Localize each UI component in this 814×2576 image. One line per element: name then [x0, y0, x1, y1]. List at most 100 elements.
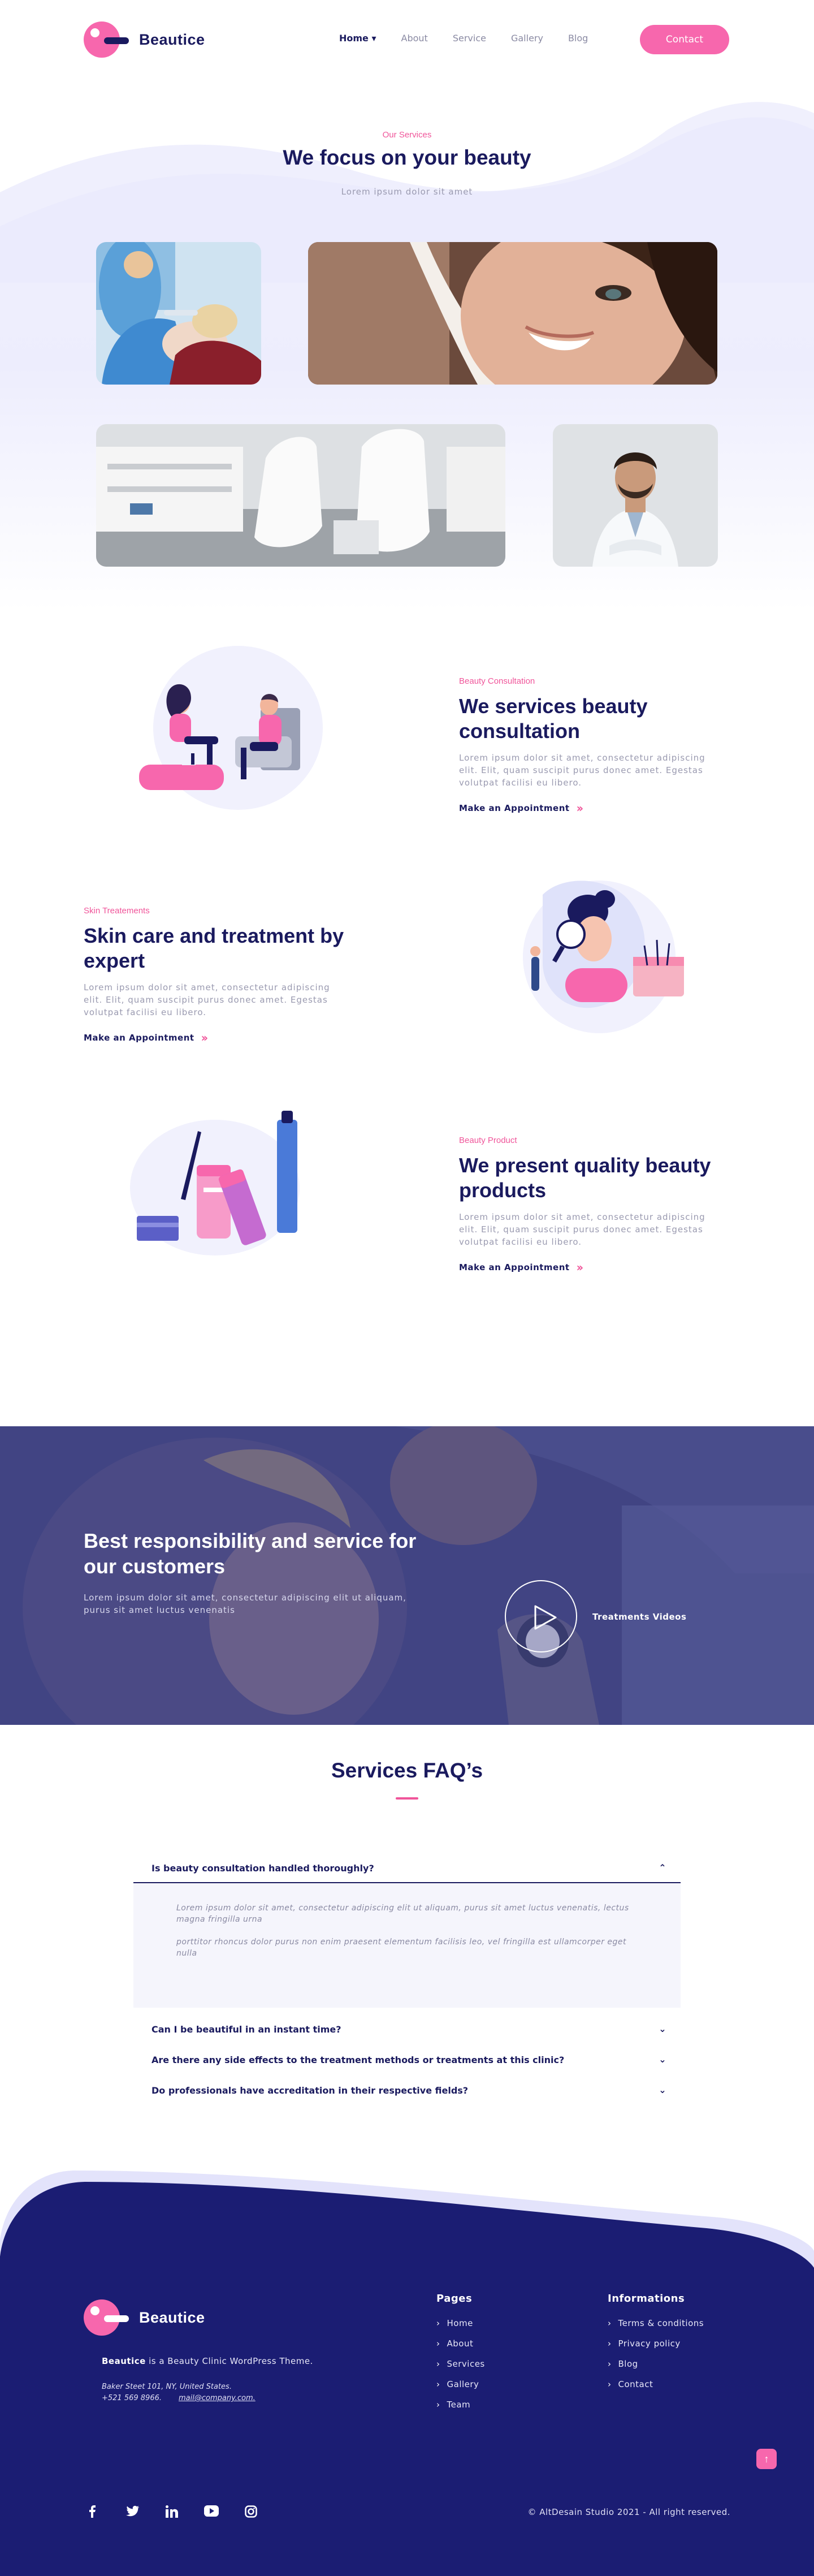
services-subtitle: Lorem ipsum dolor sit amet	[341, 187, 473, 197]
footer-phone: +521 569 8966.	[102, 2394, 162, 2402]
photo-doctor	[553, 424, 718, 567]
nav-item-gallery[interactable]: Gallery	[511, 33, 543, 44]
footer-link-gallery[interactable]: Gallery	[436, 2379, 485, 2400]
banner-description: Lorem ipsum dolor sit amet, consectetur …	[84, 1593, 406, 1615]
feature-beauty-product: Beauty Product We present quality beauty…	[0, 1070, 814, 1300]
copyright-text: © AltDesain Studio 2021 - All right rese…	[527, 2507, 730, 2517]
footer-link-blog[interactable]: Blog	[608, 2359, 704, 2379]
double-chevron-right-icon: ››	[201, 1031, 209, 1045]
footer-link-privacy[interactable]: Privacy policy	[608, 2338, 704, 2359]
feature-tag: Beauty Consultation	[459, 676, 535, 686]
faq-question[interactable]: Is beauty consultation handled thoroughl…	[133, 1854, 681, 1883]
feature-title: Skin care and treatment by expert	[84, 924, 344, 972]
footer-link-home[interactable]: Home	[436, 2318, 485, 2338]
logo-icon	[84, 2299, 129, 2336]
twitter-icon[interactable]	[123, 2505, 141, 2521]
link-label: Make an Appointment	[84, 1033, 194, 1043]
faq-question-text: Can I be beautiful in an instant time?	[151, 2023, 341, 2035]
scroll-to-top-button[interactable]: ↑	[756, 2449, 777, 2469]
social-links	[84, 2505, 260, 2521]
nav-item-about[interactable]: About	[401, 33, 428, 44]
play-icon	[534, 1605, 557, 1630]
make-appointment-link[interactable]: Make an Appointment ››	[459, 801, 725, 815]
skin-treatment-illustration	[523, 881, 684, 1033]
feature-title: We present quality beauty products	[459, 1154, 711, 1202]
video-banner: Best responsibility and service for our …	[0, 1426, 814, 1725]
brand-logo[interactable]: Beautice	[84, 21, 205, 58]
faq-question-text: Are there any side effects to the treatm…	[151, 2054, 565, 2065]
faq-answer-paragraph: porttitor rhoncus dolor purus non enim p…	[176, 1938, 627, 1958]
faq-item: Are there any side effects to the treatm…	[133, 2045, 681, 2074]
footer-info-column: Informations Terms & conditions Privacy …	[608, 2293, 704, 2400]
feature-consultation-text: Beauty Consultation We services beauty c…	[459, 676, 725, 815]
play-video-button[interactable]	[505, 1580, 577, 1652]
facebook-icon[interactable]	[84, 2505, 102, 2521]
footer-link-contact[interactable]: Contact	[608, 2379, 704, 2400]
nav-item-service[interactable]: Service	[453, 33, 486, 44]
feature-skin-text: Skin Treatements Skin care and treatment…	[84, 906, 349, 1045]
feature-tag: Beauty Product	[459, 1136, 517, 1145]
faq-item: Is beauty consultation handled thoroughl…	[133, 1854, 681, 2008]
footer-description-brand: Beautice	[102, 2356, 146, 2366]
faq-question-text: Do professionals have accreditation in t…	[151, 2085, 469, 2096]
feature-consultation: Beauty Consultation We services beauty c…	[0, 611, 814, 840]
faq-item: Do professionals have accreditation in t…	[133, 2076, 681, 2105]
nav-item-blog[interactable]: Blog	[568, 33, 588, 44]
banner-title: Best responsibility and service for our …	[84, 1529, 417, 1578]
faq-question-text: Is beauty consultation handled thoroughl…	[151, 1862, 374, 1874]
link-label: Make an Appointment	[459, 803, 570, 813]
double-chevron-right-icon: ››	[576, 1261, 584, 1274]
footer-link-services[interactable]: Services	[436, 2359, 485, 2379]
linkedin-icon[interactable]	[163, 2505, 181, 2521]
double-chevron-right-icon: ››	[576, 801, 584, 815]
faq-question[interactable]: Do professionals have accreditation in t…	[133, 2076, 681, 2105]
logo-icon	[84, 21, 129, 58]
footer-description: Beautice is a Beauty Clinic WordPress Th…	[102, 2356, 313, 2366]
footer-link-terms[interactable]: Terms & conditions	[608, 2318, 704, 2338]
footer-column-title: Pages	[436, 2293, 473, 2305]
footer: Beautice Beautice is a Beauty Clinic Wor…	[0, 2166, 814, 2576]
footer-description-text: is a Beauty Clinic WordPress Theme.	[145, 2356, 313, 2366]
feature-description: Lorem ipsum dolor sit amet, consectetur …	[84, 982, 330, 1017]
footer-link-team[interactable]: Team	[436, 2400, 485, 2420]
faq-question[interactable]: Are there any side effects to the treatm…	[133, 2045, 681, 2074]
youtube-icon[interactable]	[202, 2505, 220, 2521]
photo-dental-treatment	[96, 242, 261, 385]
beauty-products-illustration	[130, 1111, 300, 1255]
main-menu: Home ▾ About Service Gallery Blog	[339, 33, 613, 44]
instagram-icon[interactable]	[242, 2505, 260, 2521]
footer-brand[interactable]: Beautice	[84, 2299, 205, 2336]
contact-button[interactable]: Contact	[640, 25, 729, 54]
faq-answer-paragraph: Lorem ipsum dolor sit amet, consectetur …	[176, 1904, 629, 1924]
footer-address: Baker Steet 101, NY, United States.	[102, 2383, 232, 2391]
footer-contact-info: Baker Steet 101, NY, United States. +521…	[102, 2381, 256, 2404]
make-appointment-link[interactable]: Make an Appointment ››	[84, 1031, 349, 1045]
feature-product-text: Beauty Product We present quality beauty…	[459, 1136, 725, 1274]
make-appointment-link[interactable]: Make an Appointment ››	[459, 1261, 725, 1274]
faq-question[interactable]: Can I be beautiful in an instant time? ⌄	[133, 2014, 681, 2044]
faq-section: Services FAQ’s Is beauty consultation ha…	[0, 1725, 814, 2166]
services-title: We focus on your beauty	[283, 146, 531, 169]
photo-smiling-woman	[308, 242, 717, 385]
chevron-down-icon: ⌄	[659, 2023, 666, 2034]
treatments-videos-label[interactable]: Treatments Videos	[592, 1612, 686, 1622]
footer-link-about[interactable]: About	[436, 2338, 485, 2359]
arrow-up-icon: ↑	[764, 2453, 769, 2465]
footer-pages-column: Pages Home About Services Gallery Team	[436, 2293, 485, 2420]
faq-title: Services FAQ’s	[331, 1759, 483, 1782]
feature-tag: Skin Treatements	[84, 906, 150, 916]
feature-description: Lorem ipsum dolor sit amet, consectetur …	[459, 753, 705, 788]
nav-item-home[interactable]: Home ▾	[339, 33, 376, 44]
photo-clinic-interior	[96, 424, 505, 567]
top-navigation: Beautice Home ▾ About Service Gallery Bl…	[0, 0, 814, 79]
faq-item: Can I be beautiful in an instant time? ⌄	[133, 2014, 681, 2044]
title-underline	[396, 1797, 418, 1800]
footer-email[interactable]: mail@company.com.	[179, 2394, 256, 2402]
brand-name: Beautice	[139, 31, 205, 48]
chevron-down-icon: ⌄	[659, 2054, 666, 2065]
brand-name: Beautice	[139, 2309, 205, 2326]
link-label: Make an Appointment	[459, 1262, 570, 1272]
footer-column-title: Informations	[608, 2293, 685, 2305]
feature-title: We services beauty consultation	[459, 694, 648, 743]
chevron-up-icon: ⌃	[659, 1862, 666, 1873]
